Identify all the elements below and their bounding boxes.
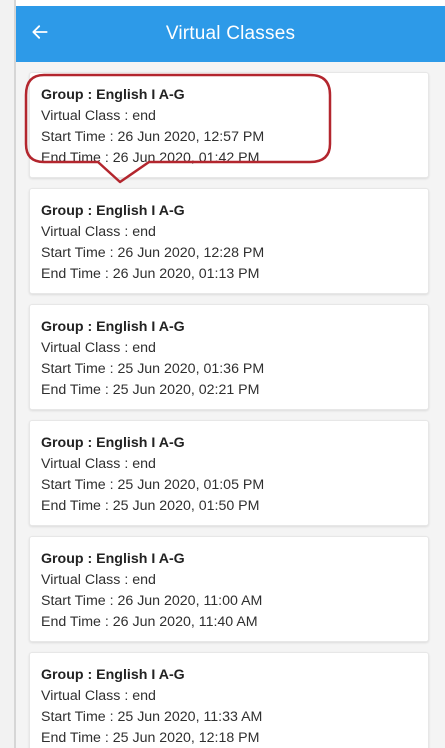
virtual-class-card[interactable]: Group : English I A-G Virtual Class : en… [29, 652, 429, 748]
start-time: Start Time : 25 Jun 2020, 01:36 PM [41, 361, 265, 377]
start-time: Start Time : 25 Jun 2020, 11:33 AM [41, 709, 263, 725]
start-time: Start Time : 26 Jun 2020, 12:28 PM [41, 245, 265, 261]
start-time: Start Time : 25 Jun 2020, 01:05 PM [41, 477, 265, 493]
start-time: Start Time : 26 Jun 2020, 11:00 AM [41, 593, 263, 609]
app-bar: Virtual Classes [16, 0, 445, 62]
group-name: Group : English I A-G [41, 435, 185, 451]
group-name: Group : English I A-G [41, 319, 185, 335]
virtual-class-card[interactable]: Group : English I A-G Virtual Class : en… [29, 420, 429, 526]
start-time: Start Time : 26 Jun 2020, 12:57 PM [41, 129, 265, 145]
virtual-class-card[interactable]: Group : English I A-G Virtual Class : en… [29, 536, 429, 642]
virtual-class-card[interactable]: Group : English I A-G Virtual Class : en… [29, 72, 429, 178]
page-title: Virtual Classes [165, 23, 296, 44]
end-time: End Time : 25 Jun 2020, 02:21 PM [41, 382, 260, 398]
virtual-class-card[interactable]: Group : English I A-G Virtual Class : en… [29, 188, 429, 294]
end-time: End Time : 25 Jun 2020, 01:50 PM [41, 498, 260, 514]
class-status: Virtual Class : end [41, 340, 156, 356]
end-time: End Time : 26 Jun 2020, 01:13 PM [41, 266, 260, 282]
group-name: Group : English I A-G [41, 87, 185, 103]
virtual-class-card[interactable]: Group : English I A-G Virtual Class : en… [29, 304, 429, 410]
class-status: Virtual Class : end [41, 224, 156, 240]
class-status: Virtual Class : end [41, 572, 156, 588]
virtual-class-list: Group : English I A-G Virtual Class : en… [16, 62, 445, 748]
group-name: Group : English I A-G [41, 203, 185, 219]
group-name: Group : English I A-G [41, 551, 185, 567]
group-name: Group : English I A-G [41, 667, 185, 683]
virtual-classes-screen: Virtual Classes Group : English I A-G Vi… [16, 0, 445, 748]
end-time: End Time : 26 Jun 2020, 01:42 PM [41, 150, 260, 166]
end-time: End Time : 25 Jun 2020, 12:18 PM [41, 730, 260, 746]
screenshot: Virtual Classes Group : English I A-G Vi… [0, 0, 445, 748]
left-margin [0, 0, 14, 748]
end-time: End Time : 26 Jun 2020, 11:40 AM [41, 614, 258, 630]
class-status: Virtual Class : end [41, 108, 156, 124]
class-status: Virtual Class : end [41, 456, 156, 472]
class-status: Virtual Class : end [41, 688, 156, 704]
